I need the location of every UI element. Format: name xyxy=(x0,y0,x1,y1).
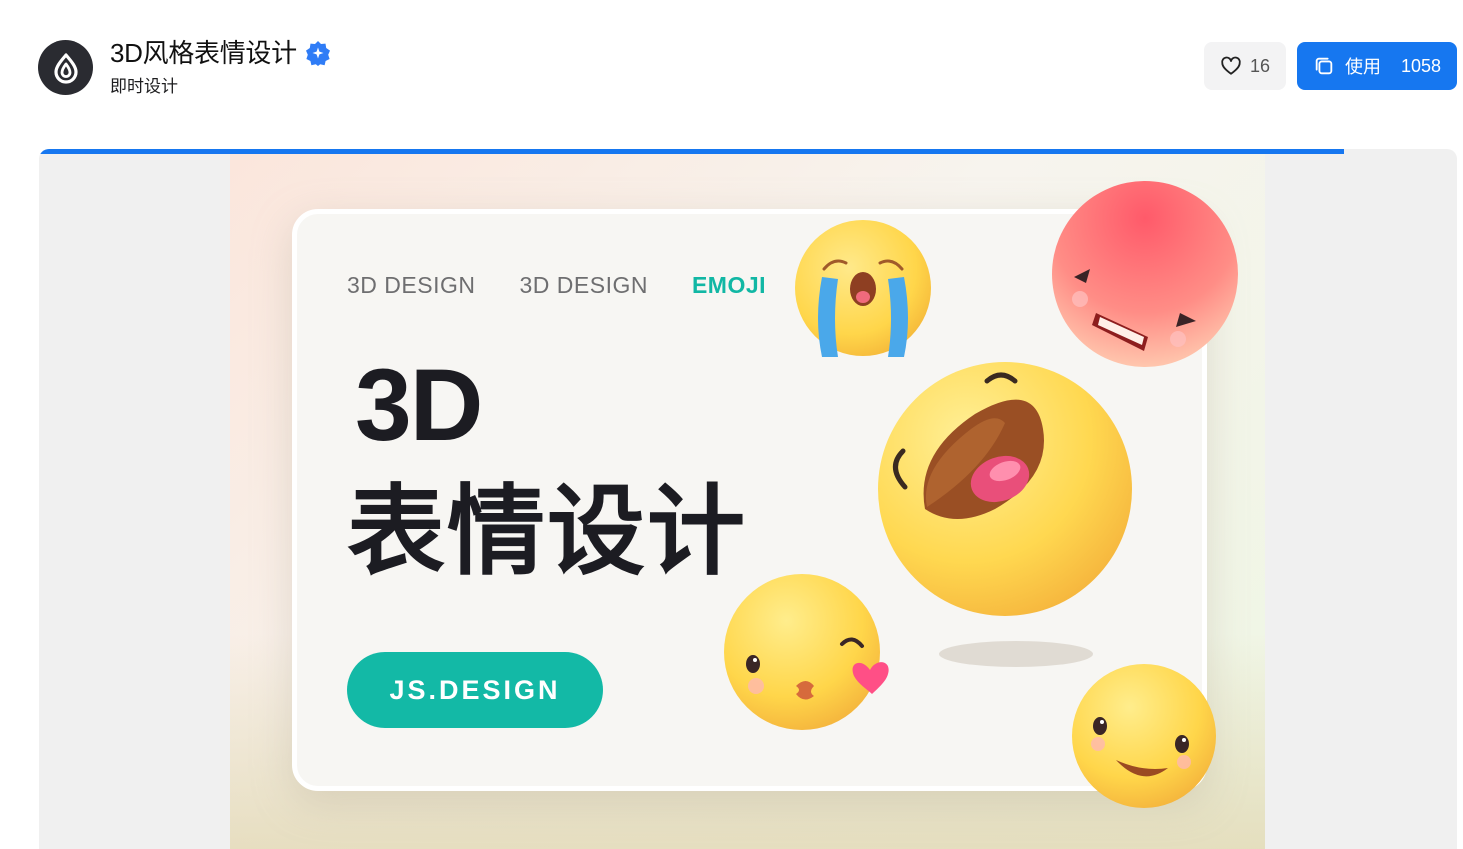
title-block: 3D风格表情设计 即时设计 xyxy=(110,36,331,97)
like-button[interactable]: 16 xyxy=(1204,42,1286,90)
use-count: 1058 xyxy=(1400,55,1442,76)
kiss-emoji-icon xyxy=(724,574,889,730)
tag-row: 3D DESIGN 3D DESIGN EMOJI xyxy=(347,272,766,299)
emoji-shadow xyxy=(939,641,1093,667)
headline-chinese: 表情设计 xyxy=(347,476,748,586)
crying-emoji-icon xyxy=(795,220,931,357)
use-label: 使用 xyxy=(1344,57,1381,77)
copy-icon xyxy=(1315,57,1333,75)
smiling-emoji-icon xyxy=(1072,664,1216,808)
tag-item: 3D DESIGN xyxy=(519,272,648,298)
use-template-button[interactable]: 使用 1058 xyxy=(1297,42,1457,90)
tag-item-accent: EMOJI xyxy=(691,272,767,298)
laughing-emoji-icon xyxy=(878,362,1132,616)
angry-emoji-icon xyxy=(1052,181,1238,367)
preview-area: 3D DESIGN 3D DESIGN EMOJI 3D 表情设计 JS.DES… xyxy=(39,149,1457,849)
author-name[interactable]: 即时设计 xyxy=(110,72,331,97)
verified-badge-icon xyxy=(305,40,331,66)
like-count: 16 xyxy=(1249,55,1271,76)
droplet-logo-icon xyxy=(53,52,78,84)
cover-image[interactable]: 3D DESIGN 3D DESIGN EMOJI 3D 表情设计 JS.DES… xyxy=(230,154,1265,849)
brand-pill: JS.DESIGN xyxy=(347,652,603,728)
author-avatar[interactable] xyxy=(38,40,93,95)
file-header: 3D风格表情设计 即时设计 16 使用 1058 xyxy=(0,0,1463,130)
file-title: 3D风格表情设计 xyxy=(110,38,297,68)
headline-3d: 3D xyxy=(355,348,483,462)
tag-item: 3D DESIGN xyxy=(347,272,476,298)
heart-icon xyxy=(1221,56,1241,75)
